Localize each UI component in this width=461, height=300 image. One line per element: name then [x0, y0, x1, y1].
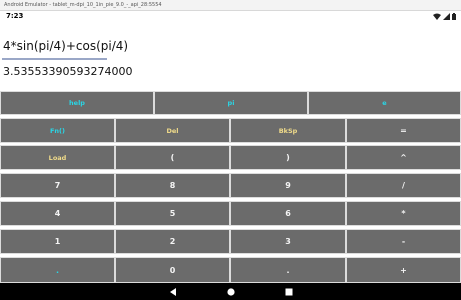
digit-0-button[interactable]: 0 [115, 257, 230, 283]
back-icon[interactable] [168, 287, 178, 297]
digit-6-button[interactable]: 6 [230, 201, 346, 226]
home-icon[interactable] [226, 287, 236, 297]
digit-4-button[interactable]: 4 [0, 201, 115, 226]
power-button[interactable]: ^ [346, 145, 461, 170]
keypad-row-2: Load ( ) ^ [0, 145, 461, 170]
load-button[interactable]: Load [0, 145, 115, 170]
wifi-icon [433, 13, 441, 20]
digit-5-button[interactable]: 5 [115, 201, 230, 226]
divide-button[interactable]: / [346, 173, 461, 198]
keypad-row-4: 4 5 6 * [0, 201, 461, 226]
digit-2-button[interactable]: 2 [115, 229, 230, 254]
window-title: Android Emulator - tablet_m-dpi_10_1in_p… [4, 2, 162, 8]
keypad-row-3: 7 8 9 / [0, 173, 461, 198]
status-icons [433, 13, 456, 20]
backspace-button[interactable]: BkSp [230, 118, 346, 143]
decimal-left-button[interactable]: . [0, 257, 115, 283]
del-button[interactable]: Del [115, 118, 230, 143]
digit-3-button[interactable]: 3 [230, 229, 346, 254]
result-display: 3.53553390593274000 [3, 65, 133, 78]
keypad-row-6: . 0 . + [0, 257, 461, 283]
status-time: 7:23 [6, 12, 24, 20]
digit-8-button[interactable]: 8 [115, 173, 230, 198]
battery-icon [452, 13, 456, 20]
navigation-bar [0, 283, 461, 300]
expression-input[interactable]: 4*sin(pi/4)+cos(pi/4) [2, 36, 128, 60]
subtract-button[interactable]: - [346, 229, 461, 254]
pi-button[interactable]: pi [154, 91, 308, 115]
keypad-row-5: 1 2 3 - [0, 229, 461, 254]
help-button[interactable]: help [0, 91, 154, 115]
digit-9-button[interactable]: 9 [230, 173, 346, 198]
recents-icon[interactable] [284, 287, 294, 297]
multiply-button[interactable]: * [346, 201, 461, 226]
signal-icon [443, 13, 450, 20]
keypad: help pi e Fn() Del BkSp = Load ( ) ^ 7 8… [0, 91, 461, 283]
add-button[interactable]: + [346, 257, 461, 283]
keypad-row-1: Fn() Del BkSp = [0, 118, 461, 143]
fn-button[interactable]: Fn() [0, 118, 115, 143]
keypad-row-functions: help pi e [0, 91, 461, 115]
status-bar: 7:23 [0, 11, 461, 24]
open-paren-button[interactable]: ( [115, 145, 230, 170]
window-titlebar: Android Emulator - tablet_m-dpi_10_1in_p… [0, 0, 461, 11]
digit-1-button[interactable]: 1 [0, 229, 115, 254]
close-paren-button[interactable]: ) [230, 145, 346, 170]
decimal-button[interactable]: . [230, 257, 346, 283]
e-button[interactable]: e [308, 91, 461, 115]
digit-7-button[interactable]: 7 [0, 173, 115, 198]
equals-button[interactable]: = [346, 118, 461, 143]
